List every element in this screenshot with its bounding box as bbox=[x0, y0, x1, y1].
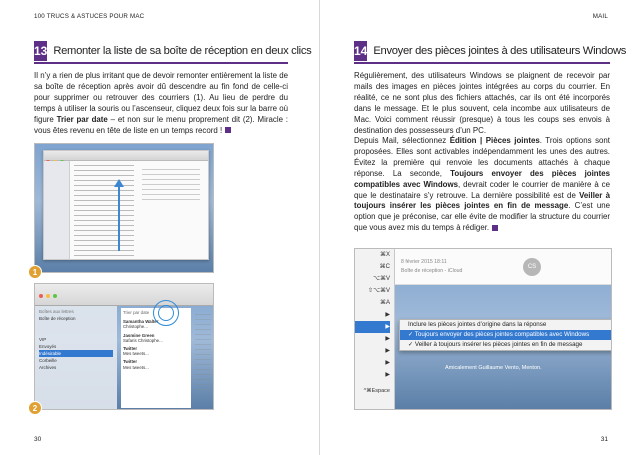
sidebar-item-junk[interactable]: Indésirable bbox=[39, 350, 113, 357]
mail-toolbar bbox=[35, 284, 213, 306]
message-date: 8 février 2015 18:11 bbox=[401, 259, 447, 265]
sidebar-item-sent[interactable]: Envoyés bbox=[39, 343, 113, 350]
scroll-arrow-head bbox=[114, 179, 124, 187]
message-signature: Amicalement Guillaume Vento, Menton. bbox=[445, 365, 542, 371]
screenshot-attachments-menu: 8 février 2015 18:11 Boîte de réception … bbox=[354, 248, 612, 410]
menu-item-include-original[interactable]: Inclure les pièces jointes d’origine dan… bbox=[400, 320, 611, 330]
preview-pane bbox=[195, 314, 211, 394]
mailbox-sidebar: Boîtes aux lettres Boîte de réception VI… bbox=[35, 306, 117, 409]
shortcut-copy: ⌘C bbox=[379, 264, 390, 270]
mail-window bbox=[43, 150, 209, 260]
menu-path: Édition | Pièces jointes bbox=[449, 136, 540, 145]
sidebar-item-vip[interactable]: VIP bbox=[39, 336, 113, 343]
menu-item-end-of-message[interactable]: ✓ Veiller à toujours insérer les pièces … bbox=[400, 340, 611, 350]
running-head: MAIL bbox=[592, 13, 608, 20]
section-title: Envoyer des pièces jointes à des utilisa… bbox=[373, 45, 627, 57]
sidebar-item-archive[interactable]: Archives bbox=[39, 364, 113, 371]
window-titlebar bbox=[44, 151, 208, 164]
mailbox-sidebar bbox=[44, 161, 70, 259]
message-list: Trier par date Samantha Walter Christophe… bbox=[121, 308, 191, 408]
section-title: Remonter la liste de sa boîte de récepti… bbox=[53, 45, 312, 57]
page-number: 30 bbox=[34, 436, 42, 443]
shortcut-paste-style: ⇧⌥⌘V bbox=[368, 288, 390, 294]
body-paragraph: Il n’y a rien de plus irritant que de de… bbox=[34, 71, 288, 136]
shortcut-select-all: ⌘A bbox=[379, 300, 390, 306]
body-bold: Trier par date bbox=[56, 114, 108, 124]
page-number: 31 bbox=[600, 436, 608, 443]
figure-badge-2: 2 bbox=[28, 401, 42, 415]
attachments-submenu: Inclure les pièces jointes d’origine dan… bbox=[399, 319, 611, 351]
edit-menu-shortcuts: ⌘X ⌘C ⌥⌘V ⇧⌥⌘V ⌘A ▶ ▶ ▶ ▶ ▶ ▶ ^⌘Espace bbox=[355, 249, 395, 409]
sidebar-heading: Boîtes aux lettres bbox=[39, 309, 74, 314]
body-paragraph-2: Depuis Mail, sélectionnez Édition | Pièc… bbox=[354, 136, 611, 233]
left-page: 100 TRUCS & ASTUCES POUR MAC 13 Remonter… bbox=[0, 0, 320, 455]
section-heading: 14 Envoyer des pièces jointes à des util… bbox=[354, 40, 626, 64]
end-mark bbox=[225, 127, 232, 134]
running-head: 100 TRUCS & ASTUCES POUR MAC bbox=[34, 13, 145, 20]
list-item[interactable]: Twitter Mes tweets... bbox=[123, 346, 189, 356]
figure-badge-1: 1 bbox=[28, 265, 42, 279]
menu-item-windows-compatible[interactable]: ✓ Toujours envoyer des pièces jointes co… bbox=[400, 330, 611, 340]
avatar: CS bbox=[523, 258, 541, 276]
screenshot-mail-scrolled bbox=[34, 143, 214, 273]
click-highlight-inner bbox=[158, 305, 174, 321]
body-text: Régulièrement, des utilisateurs Windows … bbox=[354, 71, 610, 135]
right-page: MAIL 14 Envoyer des pièces jointes à des… bbox=[321, 0, 642, 455]
section-number: 14 bbox=[354, 41, 368, 61]
section-number: 13 bbox=[34, 41, 48, 61]
message-header: 8 février 2015 18:11 Boîte de réception … bbox=[395, 249, 611, 285]
end-mark bbox=[492, 225, 499, 232]
message-preview bbox=[142, 169, 200, 203]
sidebar-item-inbox[interactable]: Boîte de réception bbox=[39, 315, 113, 322]
shortcut-paste: ⌥⌘V bbox=[373, 276, 390, 282]
section-heading: 13 Remonter la liste de sa boîte de réce… bbox=[34, 40, 312, 64]
list-item[interactable]: Jasmine Green Safaris Christophe... bbox=[123, 333, 189, 343]
shortcut-cut: ⌘X bbox=[379, 252, 390, 258]
sidebar-item-trash[interactable]: Corbeille bbox=[39, 357, 113, 364]
scroll-arrow-shaft bbox=[118, 187, 120, 251]
shortcut-emoji: ^⌘Espace bbox=[363, 388, 390, 394]
screenshot-mail-sort: Boîtes aux lettres Boîte de réception VI… bbox=[34, 283, 214, 410]
message-list bbox=[74, 165, 134, 257]
body-paragraph-1: Régulièrement, des utilisateurs Windows … bbox=[354, 71, 610, 136]
submenu-arrow-attachments[interactable]: ▶ bbox=[355, 321, 390, 333]
message-mailbox: Boîte de réception - iCloud bbox=[401, 268, 463, 274]
list-item[interactable]: Twitter Mes tweets... bbox=[123, 359, 189, 369]
